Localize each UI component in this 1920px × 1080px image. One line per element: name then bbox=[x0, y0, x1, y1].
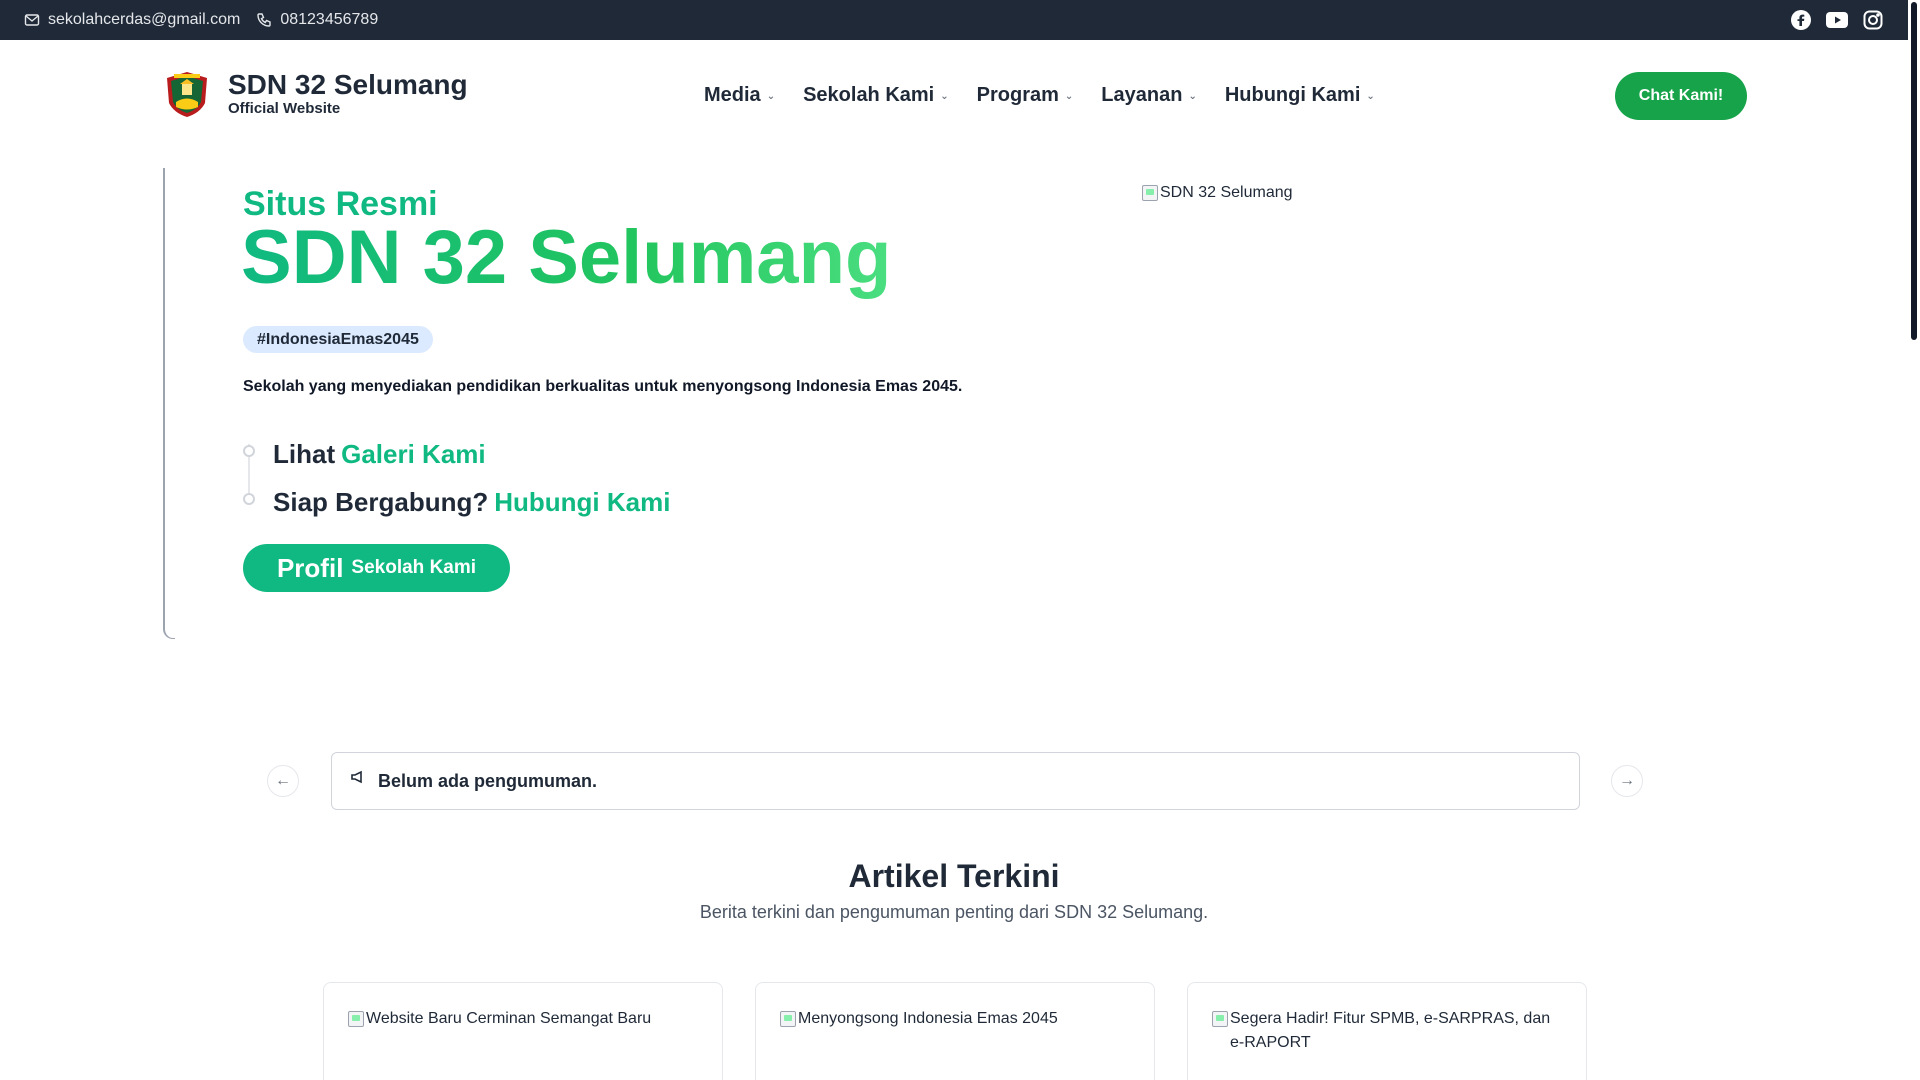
hashtag-badge: #IndonesiaEmas2045 bbox=[243, 326, 433, 353]
broken-image-icon bbox=[780, 1011, 796, 1027]
phone-link[interactable]: 08123456789 bbox=[256, 11, 378, 29]
hero-description: Sekolah yang menyediakan pendidikan berk… bbox=[243, 378, 963, 395]
hero-image: SDN 32 Selumang bbox=[1142, 184, 1293, 202]
facebook-icon[interactable] bbox=[1790, 9, 1812, 31]
nav-label: Media bbox=[704, 84, 761, 106]
school-profile-button[interactable]: Profil Sekolah Kami bbox=[243, 544, 510, 592]
youtube-icon[interactable] bbox=[1826, 9, 1848, 31]
chevron-down-icon: ⌄ bbox=[940, 91, 949, 102]
profile-button-label-main: Profil bbox=[276, 552, 344, 583]
social-links bbox=[1790, 9, 1884, 31]
nav-sekolah-kami[interactable]: Sekolah Kami ⌄ bbox=[803, 84, 949, 107]
brand-home-link[interactable]: SDN 32 Selumang Official Website bbox=[162, 69, 468, 119]
email-link[interactable]: sekolahcerdas@gmail.com bbox=[24, 11, 240, 29]
phone-text: 08123456789 bbox=[280, 11, 379, 28]
contact-info: sekolahcerdas@gmail.com 08123456789 bbox=[24, 11, 378, 29]
article-card[interactable]: Menyongsong Indonesia Emas 2045 bbox=[755, 982, 1155, 1080]
main-nav: Media ⌄ Sekolah Kami ⌄ Program ⌄ Layanan ⌄ H… bbox=[704, 84, 1375, 107]
article-image[interactable]: Menyongsong Indonesia Emas 2045 bbox=[780, 1007, 1130, 1031]
article-image-alt: Segera Hadir! Fitur SPMB, e-SARPRAS, dan… bbox=[1230, 1010, 1551, 1051]
scrollbar-thumb[interactable] bbox=[1911, 2, 1917, 340]
cta-text: Siap Bergabung? bbox=[273, 486, 489, 517]
hero-image-alt: SDN 32 Selumang bbox=[1160, 184, 1293, 201]
cta-contact: Siap Bergabung? Hubungi Kami bbox=[243, 478, 670, 526]
broken-image-icon bbox=[348, 1011, 364, 1027]
site-tagline: Official Website bbox=[228, 100, 341, 117]
chevron-down-icon: ⌄ bbox=[1188, 91, 1197, 102]
hero-title: SDN 32 Selumang bbox=[241, 215, 892, 300]
bullet-dot bbox=[243, 445, 255, 457]
broken-image-icon bbox=[1142, 185, 1158, 201]
articles-heading: Artikel Terkini bbox=[848, 858, 1060, 894]
articles-subheading: Berita terkini dan pengumuman penting da… bbox=[699, 902, 1209, 922]
email-text: sekolahcerdas@gmail.com bbox=[48, 11, 241, 28]
profile-button-label-sub: Sekolah Kami bbox=[351, 557, 477, 578]
cta-text: Lihat bbox=[273, 438, 336, 469]
top-bar: sekolahcerdas@gmail.com 08123456789 bbox=[0, 0, 1908, 40]
nav-program[interactable]: Program ⌄ bbox=[977, 84, 1074, 107]
nav-media[interactable]: Media ⌄ bbox=[704, 84, 775, 107]
bullet-dot bbox=[243, 493, 255, 505]
instagram-icon[interactable] bbox=[1862, 9, 1884, 31]
site-name: SDN 32 Selumang bbox=[228, 69, 468, 100]
hero-cta-list: Lihat Galeri Kami Siap Bergabung? Hubung… bbox=[243, 430, 670, 526]
contact-link[interactable]: Hubungi Kami bbox=[494, 487, 670, 518]
arrow-right-icon: → bbox=[1619, 772, 1635, 789]
article-image-alt: Website Baru Cerminan Semangat Baru bbox=[366, 1010, 652, 1027]
nav-layanan[interactable]: Layanan ⌄ bbox=[1101, 84, 1197, 107]
broken-image-icon bbox=[1212, 1011, 1228, 1027]
megaphone-icon bbox=[351, 770, 362, 784]
chat-button[interactable]: Chat Kami! bbox=[1615, 72, 1747, 120]
chevron-down-icon: ⌄ bbox=[1064, 91, 1074, 102]
page-scrollbar[interactable] bbox=[1908, 0, 1920, 1080]
article-image[interactable]: Website Baru Cerminan Semangat Baru bbox=[348, 1007, 698, 1031]
chevron-down-icon: ⌄ bbox=[1366, 91, 1375, 102]
hero-border-decoration bbox=[163, 168, 175, 639]
cta-gallery: Lihat Galeri Kami bbox=[243, 430, 670, 478]
school-emblem-logo bbox=[167, 72, 207, 117]
article-image-alt: Menyongsong Indonesia Emas 2045 bbox=[798, 1010, 1058, 1027]
article-image[interactable]: Segera Hadir! Fitur SPMB, e-SARPRAS, dan… bbox=[1212, 1007, 1562, 1055]
gallery-link[interactable]: Galeri Kami bbox=[341, 439, 486, 470]
nav-hubungi-kami[interactable]: Hubungi Kami ⌄ bbox=[1225, 84, 1375, 107]
nav-label: Sekolah Kami bbox=[803, 84, 935, 106]
prev-announcement-button[interactable]: ← bbox=[267, 765, 299, 797]
arrow-left-icon: ← bbox=[275, 772, 291, 789]
nav-label: Hubungi Kami bbox=[1224, 84, 1361, 106]
site-header: SDN 32 Selumang Official Website Media ⌄ … bbox=[0, 40, 1908, 150]
announcement-bar: Belum ada pengumuman. bbox=[331, 752, 1580, 810]
announcement-text: Belum ada pengumuman. bbox=[378, 770, 598, 791]
next-announcement-button[interactable]: → bbox=[1611, 765, 1643, 797]
article-card[interactable]: Website Baru Cerminan Semangat Baru bbox=[323, 982, 723, 1080]
nav-label: Program bbox=[976, 84, 1059, 106]
article-card[interactable]: Segera Hadir! Fitur SPMB, e-SARPRAS, dan… bbox=[1187, 982, 1587, 1080]
nav-label: Layanan bbox=[1101, 84, 1183, 106]
mail-icon bbox=[24, 14, 40, 26]
chevron-down-icon: ⌄ bbox=[766, 91, 776, 102]
phone-icon bbox=[257, 13, 272, 27]
brand-text: SDN 32 Selumang Official Website bbox=[228, 71, 468, 117]
